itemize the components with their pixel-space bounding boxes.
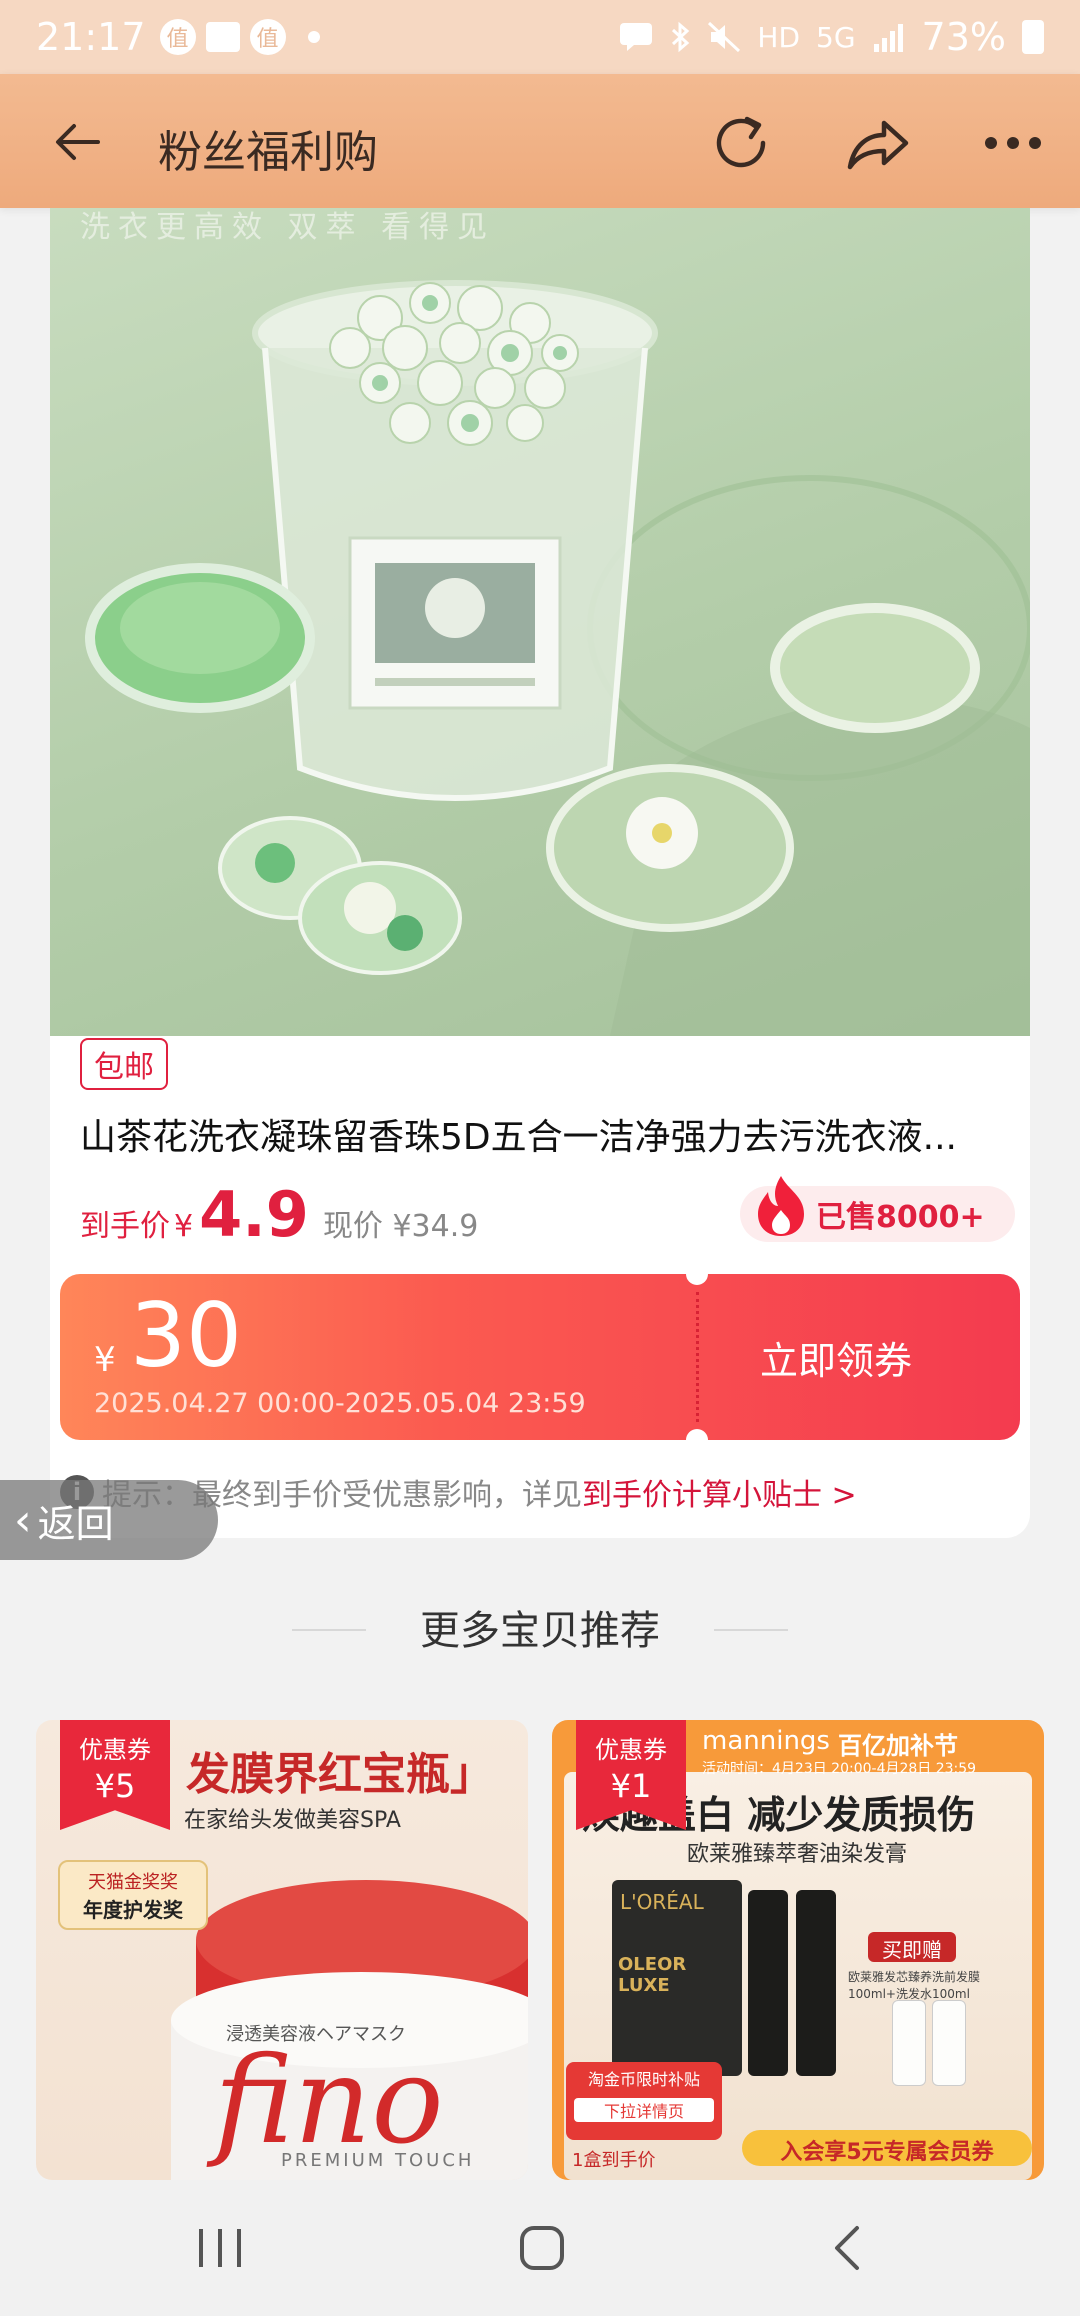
member-banner: 入会享5元专属会员券 xyxy=(742,2130,1032,2166)
notification-dot-icon xyxy=(307,31,320,43)
back-arrow-icon[interactable] xyxy=(50,114,106,170)
rec-qty: 1盒到手价 xyxy=(572,2150,656,2171)
page-title: 粉丝福利购 xyxy=(158,127,378,178)
battery-icon xyxy=(1022,20,1044,54)
award-badge: 天猫金奖奖 年度护发奖 xyxy=(58,1860,208,1930)
sold-count-badge: 已售8000+ xyxy=(740,1176,1015,1242)
coupon-notch-bottom xyxy=(686,1429,708,1440)
recommendation-card[interactable]: 发膜界红宝瓶」 在家给头发做美容SPA 天猫金奖奖 年度护发奖 浸透美容液ヘアマ… xyxy=(36,1720,528,2180)
rec-coupon-value: ¥1 xyxy=(610,1767,652,1805)
bluetooth-icon xyxy=(672,21,690,53)
gallery-icon xyxy=(205,22,240,52)
rec-store: mannings xyxy=(702,1726,830,1756)
promo-label: 下拉详情页 xyxy=(574,2098,714,2122)
gift-label: 买即赠 xyxy=(868,1932,956,1962)
final-price: 4.9 xyxy=(199,1178,309,1251)
more-recommendations-title: 更多宝贝推荐 xyxy=(420,1608,660,1654)
award-badge-top: 天猫金奖奖 xyxy=(88,1872,178,1893)
zhi-app-icon: 值 xyxy=(159,19,196,55)
coupon-amount: 30 xyxy=(130,1284,242,1387)
product-image[interactable]: 洗衣更高效 双萃 看得见 xyxy=(50,208,1030,1036)
product-illustration xyxy=(85,280,1030,1036)
claim-coupon-button[interactable]: 立即领券 xyxy=(760,1330,912,1385)
sold-count: 已售8000+ xyxy=(816,1200,985,1235)
section-divider-right xyxy=(714,1629,788,1631)
signal-icon xyxy=(873,24,903,52)
recent-apps-icon[interactable] xyxy=(160,2180,280,2316)
back-icon[interactable] xyxy=(786,2180,906,2316)
floating-back-label: 返回 xyxy=(37,1501,114,1546)
rec-event: 百亿加补节 xyxy=(838,1732,958,1760)
message-icon xyxy=(620,23,653,51)
more-icon[interactable] xyxy=(978,108,1048,178)
rec-brand: L'ORÉAL xyxy=(620,1890,704,1914)
rec-coupon-label: 优惠券 xyxy=(79,1736,151,1764)
gift-desc: 欧莱雅发芯臻养洗前发膜100ml+洗发水100ml xyxy=(848,1970,981,2001)
clock: 21:17 xyxy=(36,15,146,59)
image-caption: 洗衣更高效 双萃 看得见 xyxy=(80,210,496,245)
award-badge-bottom: 年度护发奖 xyxy=(83,1898,183,1922)
mute-icon xyxy=(708,21,741,53)
rec-coupon-label: 优惠券 xyxy=(595,1736,667,1764)
coupon-currency: ¥ xyxy=(94,1340,116,1380)
subsidy-label: 淘金币限时补贴 xyxy=(587,2070,700,2089)
price-row: 到手价 ¥ 4.9 现价 ¥34.9 xyxy=(80,1178,478,1251)
gift-bottle-1 xyxy=(892,2000,926,2086)
battery-percent: 73% xyxy=(921,15,1006,59)
coupon-divider xyxy=(696,1292,699,1422)
flame-icon xyxy=(758,1176,804,1236)
rec-tube-1 xyxy=(748,1890,788,2076)
rec-coupon-value: ¥5 xyxy=(94,1767,136,1805)
free-shipping-tag: 包邮 xyxy=(80,1038,168,1090)
subsidy-badge: 淘金币限时补贴 下拉详情页 xyxy=(566,2062,722,2140)
share-icon[interactable] xyxy=(842,108,912,178)
home-icon[interactable] xyxy=(482,2180,602,2316)
product-title[interactable]: 山茶花洗衣凝珠留香珠5D五合一洁净强力去污洗衣液... xyxy=(80,1108,1010,1160)
rec-product-line: OLEOR LUXE xyxy=(618,1954,687,1996)
final-price-label: 到手价 xyxy=(80,1209,170,1244)
recommendation-card[interactable]: mannings 百亿加补节 活动时间：4月23日 20:00-4月28日 23… xyxy=(552,1720,1044,2180)
rec-product-box: L'ORÉAL OLEOR LUXE xyxy=(612,1880,742,2076)
price-tips-link[interactable]: 到手价计算小贴士 > xyxy=(582,1470,857,1514)
currency-symbol: ¥ xyxy=(174,1209,194,1244)
zhi-app-icon-2: 值 xyxy=(249,19,286,55)
product-card: 洗衣更高效 双萃 看得见 包邮 山茶花洗衣凝珠留香珠5D五合一洁净强力去污洗衣液… xyxy=(50,208,1030,1538)
rec-tube-2 xyxy=(796,1890,836,2076)
status-bar: 21:17 值 值 HD 5G 73% xyxy=(0,0,1080,74)
coupon-validity: 2025.04.27 00:00-2025.05.04 23:59 xyxy=(94,1388,586,1419)
rec-subline: 在家给头发做美容SPA xyxy=(184,1808,401,1833)
rec-event-time: 活动时间：4月23日 20:00-4月28日 23:59 xyxy=(702,1761,977,1777)
hd-label: HD xyxy=(757,20,801,54)
gift-bottle-2 xyxy=(932,2000,966,2086)
coupon-notch-top xyxy=(686,1274,708,1285)
floating-back-button[interactable]: ‹ 返回 xyxy=(0,1480,218,1560)
chevron-left-icon: ‹ xyxy=(14,1494,32,1546)
refresh-icon[interactable] xyxy=(706,108,776,178)
rec-subline: 欧莱雅臻萃奢油染发膏 xyxy=(687,1842,908,1867)
rec-headline: 发膜界红宝瓶」 xyxy=(186,1749,494,1800)
original-price: 现价 ¥34.9 xyxy=(322,1209,479,1244)
coupon-card[interactable]: ¥ 30 2025.04.27 00:00-2025.05.04 23:59 立… xyxy=(60,1274,1020,1440)
rec-brand-sub: PREMIUM TOUCH xyxy=(281,2150,475,2171)
status-right: HD 5G 73% xyxy=(619,15,1044,59)
app-header: 粉丝福利购 xyxy=(0,74,1080,208)
network-gen-label: 5G xyxy=(816,20,856,54)
system-nav-bar xyxy=(0,2180,1080,2316)
